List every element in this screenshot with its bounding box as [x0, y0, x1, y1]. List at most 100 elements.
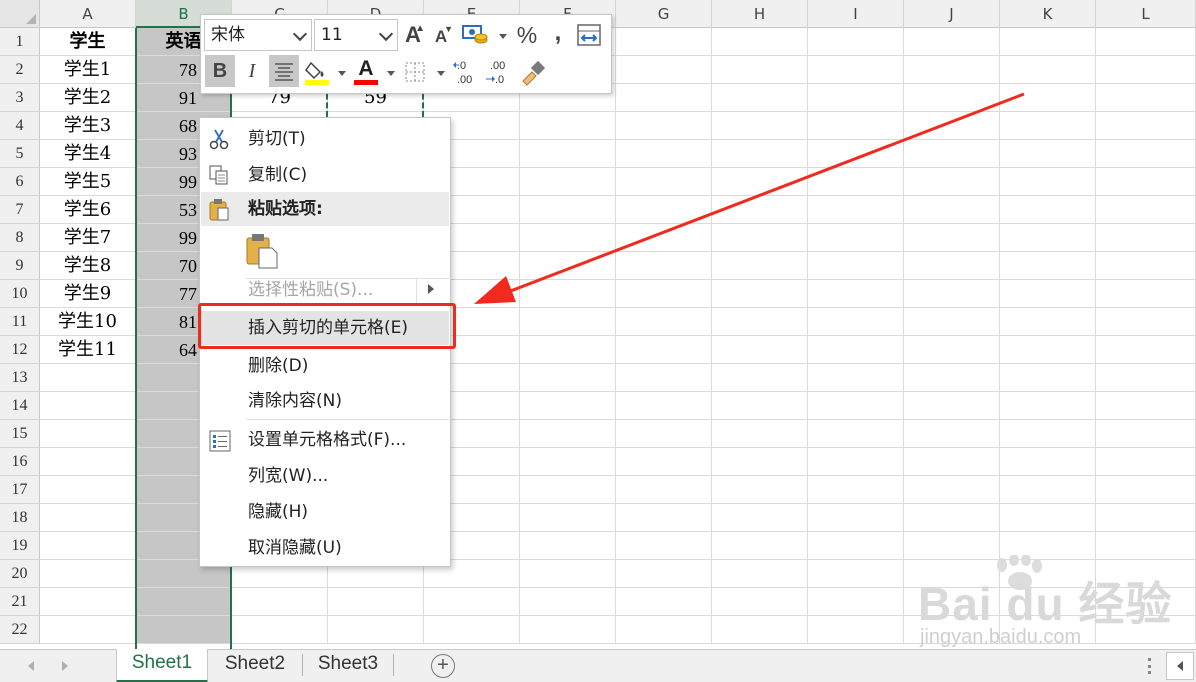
- cell[interactable]: [520, 560, 616, 588]
- cell[interactable]: [328, 616, 424, 644]
- cell[interactable]: [616, 392, 712, 420]
- cell[interactable]: [1000, 336, 1096, 364]
- fill-color-dropdown-icon[interactable]: [338, 71, 346, 76]
- col-header-g[interactable]: G: [616, 0, 712, 28]
- italic-button[interactable]: I: [239, 55, 265, 87]
- cell[interactable]: [40, 532, 136, 560]
- cell[interactable]: [1096, 196, 1196, 224]
- borders-dropdown-icon[interactable]: [437, 71, 445, 76]
- cell[interactable]: [1000, 28, 1096, 56]
- cell[interactable]: [232, 616, 328, 644]
- center-align-button[interactable]: [269, 55, 299, 87]
- cell[interactable]: [808, 336, 904, 364]
- cell[interactable]: 学生5: [40, 168, 136, 196]
- cell[interactable]: 学生: [40, 28, 136, 56]
- cell[interactable]: [232, 588, 328, 616]
- menu-item-format-cells[interactable]: 设置单元格格式(F)...: [201, 423, 449, 457]
- cell[interactable]: [1000, 476, 1096, 504]
- cell[interactable]: [520, 616, 616, 644]
- cell[interactable]: [808, 28, 904, 56]
- row-header[interactable]: 10: [0, 280, 40, 308]
- row-header[interactable]: 3: [0, 84, 40, 112]
- row-header[interactable]: 12: [0, 336, 40, 364]
- cell[interactable]: [1096, 476, 1196, 504]
- cell[interactable]: [904, 392, 1000, 420]
- cell[interactable]: [616, 560, 712, 588]
- cell[interactable]: [40, 364, 136, 392]
- row-header[interactable]: 18: [0, 504, 40, 532]
- menu-item-paste-special[interactable]: 选择性粘贴(S)...: [201, 273, 449, 307]
- select-all-corner[interactable]: [0, 0, 40, 28]
- col-header-l[interactable]: L: [1096, 0, 1196, 28]
- cell[interactable]: [712, 420, 808, 448]
- cell[interactable]: [1096, 308, 1196, 336]
- cell[interactable]: [712, 448, 808, 476]
- cell[interactable]: [1096, 504, 1196, 532]
- row-header[interactable]: 11: [0, 308, 40, 336]
- cell[interactable]: [808, 504, 904, 532]
- cell[interactable]: [1096, 56, 1196, 84]
- col-header-k[interactable]: K: [1000, 0, 1096, 28]
- cell[interactable]: [520, 392, 616, 420]
- comma-style-button[interactable]: ,: [549, 17, 567, 49]
- menu-item-clear-contents[interactable]: 清除内容(N): [201, 384, 449, 418]
- row-header[interactable]: 17: [0, 476, 40, 504]
- cell[interactable]: [712, 504, 808, 532]
- menu-item-hide[interactable]: 隐藏(H): [201, 495, 449, 529]
- cell[interactable]: [712, 588, 808, 616]
- cell[interactable]: [40, 560, 136, 588]
- cell[interactable]: [712, 476, 808, 504]
- row-header[interactable]: 14: [0, 392, 40, 420]
- font-name-dropdown[interactable]: 宋体: [204, 19, 312, 51]
- accounting-dropdown-icon[interactable]: [499, 34, 507, 39]
- cell[interactable]: [1000, 392, 1096, 420]
- shrink-font-button[interactable]: A ▼: [429, 21, 453, 53]
- font-size-dropdown[interactable]: 11: [314, 19, 398, 51]
- cell[interactable]: [616, 28, 712, 56]
- cell[interactable]: [1096, 532, 1196, 560]
- accounting-format-icon[interactable]: [461, 23, 491, 47]
- percent-style-button[interactable]: %: [513, 19, 541, 51]
- tab-scroll-right-icon[interactable]: [62, 661, 68, 671]
- cell[interactable]: [1096, 140, 1196, 168]
- cell[interactable]: [520, 504, 616, 532]
- row-header[interactable]: 6: [0, 168, 40, 196]
- cell[interactable]: [1000, 504, 1096, 532]
- cell[interactable]: [1096, 28, 1196, 56]
- cell[interactable]: [712, 560, 808, 588]
- row-header[interactable]: 19: [0, 532, 40, 560]
- fill-color-icon[interactable]: [303, 57, 331, 87]
- row-header[interactable]: 8: [0, 224, 40, 252]
- cell[interactable]: [520, 588, 616, 616]
- cell[interactable]: [1000, 420, 1096, 448]
- cell[interactable]: [1096, 420, 1196, 448]
- cell[interactable]: [808, 392, 904, 420]
- cell[interactable]: [904, 504, 1000, 532]
- cell[interactable]: [904, 364, 1000, 392]
- cell[interactable]: [1096, 252, 1196, 280]
- hscroll-left-button[interactable]: [1166, 652, 1194, 680]
- col-header-j[interactable]: J: [904, 0, 1000, 28]
- cell[interactable]: [1000, 448, 1096, 476]
- cell[interactable]: [904, 336, 1000, 364]
- cell[interactable]: [1096, 224, 1196, 252]
- cell[interactable]: [520, 336, 616, 364]
- menu-item-cut[interactable]: 剪切(T): [201, 122, 449, 156]
- cell[interactable]: [40, 476, 136, 504]
- cell[interactable]: [904, 448, 1000, 476]
- row-header[interactable]: 21: [0, 588, 40, 616]
- cell[interactable]: [40, 420, 136, 448]
- cell[interactable]: [40, 504, 136, 532]
- cell[interactable]: [40, 448, 136, 476]
- menu-item-delete[interactable]: 删除(D): [201, 349, 449, 383]
- row-header[interactable]: 20: [0, 560, 40, 588]
- cell[interactable]: 学生8: [40, 252, 136, 280]
- cell[interactable]: [808, 476, 904, 504]
- cell[interactable]: [808, 560, 904, 588]
- cell[interactable]: [424, 588, 520, 616]
- cell[interactable]: [616, 532, 712, 560]
- cell[interactable]: [616, 364, 712, 392]
- cell[interactable]: 学生7: [40, 224, 136, 252]
- cell[interactable]: [616, 588, 712, 616]
- cell[interactable]: [712, 392, 808, 420]
